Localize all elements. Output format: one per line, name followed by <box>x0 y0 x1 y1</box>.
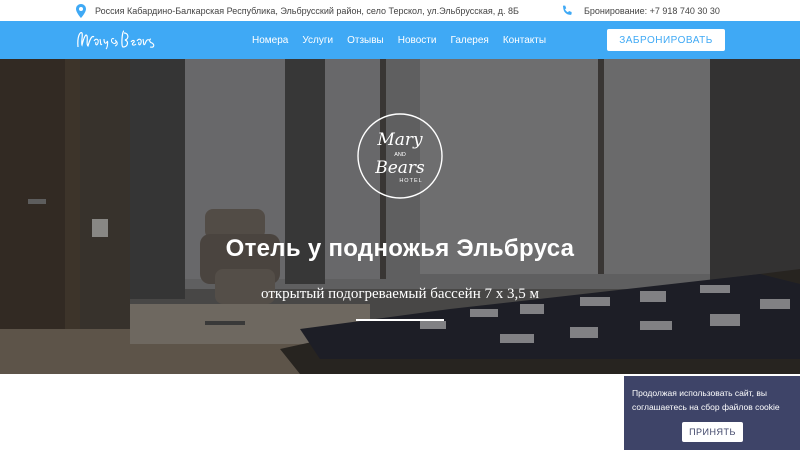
emblem-mary: Mary <box>376 130 423 150</box>
hotel-room-photo <box>0 59 800 374</box>
hero-banner: Mary AND Bears HOTEL Отель у подножья Эл… <box>0 59 800 374</box>
nav-item-services[interactable]: Услуги <box>302 35 333 46</box>
nav-item-news[interactable]: Новости <box>398 35 437 46</box>
cookie-text: Продолжая использовать сайт, вы соглашае… <box>632 388 780 412</box>
main-menu: Номера Услуги Отзывы Новости Галерея Кон… <box>252 21 560 59</box>
address-text: Россия Кабардино-Балкарская Республика, … <box>95 6 519 16</box>
nav-item-contacts[interactable]: Контакты <box>503 35 546 46</box>
top-info-bar: Россия Кабардино-Балкарская Республика, … <box>0 0 800 21</box>
hero-divider <box>356 319 444 321</box>
nav-item-reviews[interactable]: Отзывы <box>347 35 384 46</box>
hero-title: Отель у подножья Эльбруса <box>225 235 575 262</box>
book-button[interactable]: ЗАБРОНИРОВАТЬ <box>607 29 725 51</box>
cookie-accept-button[interactable]: ПРИНЯТЬ <box>682 422 743 442</box>
emblem-hotel: HOTEL <box>399 178 422 184</box>
map-pin-icon <box>76 4 86 18</box>
address-block: Россия Кабардино-Балкарская Республика, … <box>76 4 519 18</box>
hero-subtitle: открытый подогреваемый бассейн 7 х 3,5 м <box>261 286 539 302</box>
emblem-bears: Bears <box>374 158 425 178</box>
nav-item-rooms[interactable]: Номера <box>252 35 288 46</box>
phone-block[interactable]: Бронирование: +7 918 740 30 30 <box>561 4 720 18</box>
nav-item-gallery[interactable]: Галерея <box>450 35 488 46</box>
hotel-emblem: Mary AND Bears HOTEL <box>357 113 443 199</box>
mary-bears-logo[interactable] <box>74 27 168 53</box>
phone-icon <box>562 5 572 15</box>
phone-text[interactable]: Бронирование: +7 918 740 30 30 <box>584 6 720 16</box>
main-navbar: Номера Услуги Отзывы Новости Галерея Кон… <box>0 21 800 59</box>
